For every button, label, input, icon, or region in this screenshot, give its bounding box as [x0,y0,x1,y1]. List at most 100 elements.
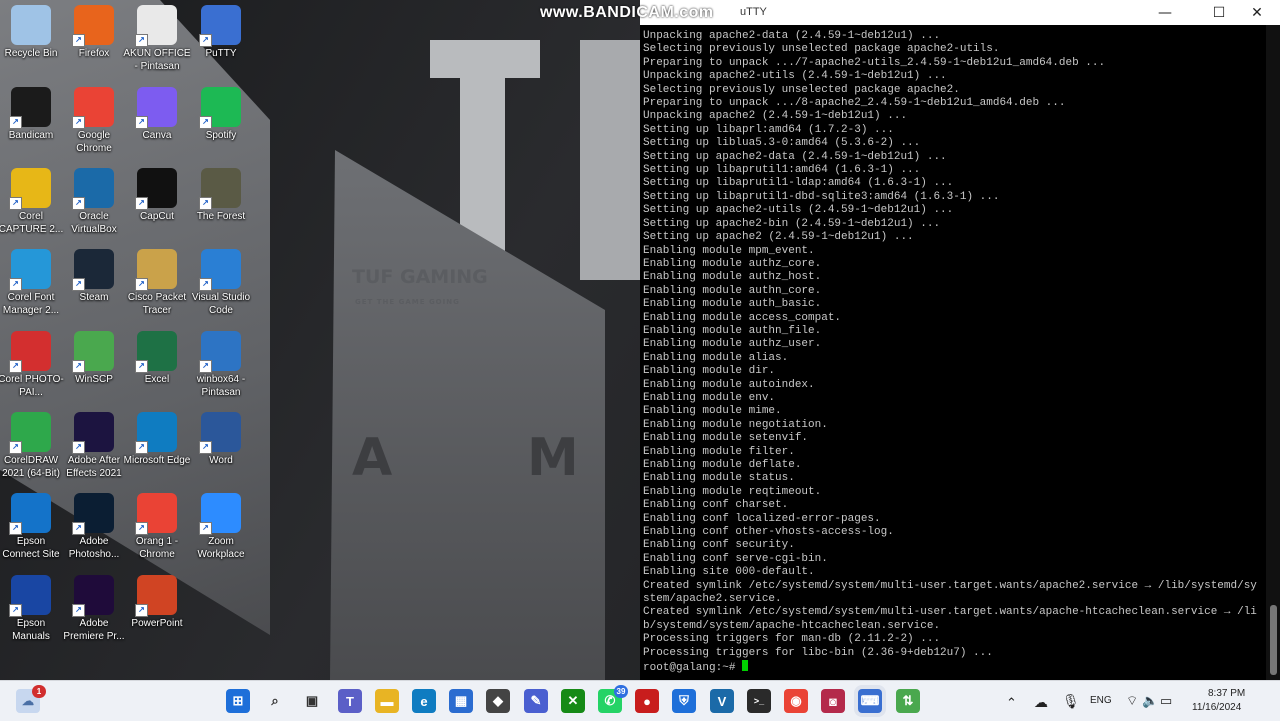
desktop-icon[interactable]: ↗ Spotify [187,87,255,143]
shortcut-arrow-icon: ↗ [72,360,85,373]
shortcut-arrow-icon: ↗ [135,522,148,535]
battery-icon[interactable]: ▭ [1160,693,1172,709]
recorder-watermark: www.BANDICAM.com [540,4,714,21]
terminal-scrollbar[interactable] [1266,25,1280,680]
putty-icon[interactable]: ⌨ [858,689,882,713]
unread-badge: 39 [614,685,628,698]
winscp-icon[interactable]: ⇅ [896,689,920,713]
putty-window[interactable]: uTTY — ☐ ✕ Unpacking apache2-data (2.4.5… [640,0,1280,680]
clock-date[interactable]: 11/16/2024 [1192,702,1241,713]
desktop-icon[interactable]: ↗ Epson Connect Site [0,493,65,561]
cube-icon[interactable]: ◆ [486,689,510,713]
shortcut-arrow-icon: ↗ [135,360,148,373]
desktop-icon[interactable]: ↗ Microsoft Edge [123,412,191,468]
chevron-up-icon[interactable]: ⌃ [1006,695,1017,711]
desktop-icon[interactable]: ↗ Google Chrome [60,87,128,155]
shortcut-arrow-icon: ↗ [9,360,22,373]
desktop-icon[interactable]: Recycle Bin [0,5,65,61]
desktop-icon-label: WinSCP [75,374,113,385]
volume-icon[interactable]: 🔈 [1142,693,1158,709]
terminal-line: Enabling conf localized-error-pages. [643,512,881,525]
desktop-icon[interactable]: ↗ Corel Font Manager 2... [0,249,65,317]
wallpaper-brand: TUF GAMING [352,266,488,288]
desktop-icon[interactable]: ↗ Visual Studio Code [187,249,255,317]
search-icon[interactable]: ⌕ [263,689,287,713]
desktop-icon[interactable]: ↗ Epson Manuals [0,575,65,643]
start-icon[interactable]: ⊞ [226,689,250,713]
desktop-icon[interactable]: ↗ Zoom Workplace [187,493,255,561]
terminal-line: Setting up libaprutil1-dbd-sqlite3:amd64… [643,190,1000,203]
widgets-icon[interactable]: ☁ 1 [16,685,46,713]
desktop-icon-label: CorelDRAW 2021 (64-Bit) [2,455,60,479]
the-forest-icon: ↗ [199,168,241,210]
task-view-icon[interactable]: ▣ [300,689,324,713]
terminal-line: Enabling module authn_core. [643,284,822,297]
bandicam-icon[interactable]: ● [635,689,659,713]
wifi-icon[interactable]: ⌔ [1126,693,1138,709]
store-icon[interactable]: ▦ [449,689,473,713]
edge-icon[interactable]: e [412,689,436,713]
putty-titlebar[interactable]: uTTY — ☐ ✕ [640,0,1280,25]
word-icon: ↗ [199,412,241,454]
desktop-icon[interactable]: ↗ Firefox [60,5,128,61]
cloud-icon[interactable]: ☁ [1034,694,1048,711]
terminal-line: Unpacking apache2-utils (2.4.59-1~deb12u… [643,70,947,83]
close-button[interactable]: ✕ [1234,0,1280,25]
desktop-icon[interactable]: ↗ Corel CAPTURE 2... [0,168,65,236]
editor-icon[interactable]: ✎ [524,689,548,713]
terminal-prompt-line[interactable]: root@galang:~# [643,660,1265,675]
wallpaper-letter-a: A [352,428,393,488]
chrome-icon[interactable]: ◉ [784,689,808,713]
virtualbox-icon[interactable]: V [710,689,734,713]
desktop-icon[interactable]: ↗ Adobe Premiere Pr... [60,575,128,643]
virtualbox-icon: ↗ [72,168,114,210]
desktop-icon[interactable]: ↗ Excel [123,331,191,387]
xbox-icon[interactable]: ✕ [561,689,585,713]
file-explorer-icon[interactable]: ▬ [375,689,399,713]
teams-icon[interactable]: T [338,689,362,713]
desktop-icon-label: Firefox [78,48,110,59]
desktop-icon[interactable]: ↗ PuTTY [187,5,255,61]
desktop-icon[interactable]: ↗ Orang 1 - Chrome [123,493,191,561]
language-indicator[interactable]: ENG [1090,695,1112,706]
spotify-icon: ↗ [199,87,241,129]
microphone-icon[interactable]: 🎙 [1062,693,1080,710]
corel-font-icon: ↗ [9,249,51,291]
corel-photo-icon: ↗ [9,331,51,373]
desktop-icon[interactable]: ↗ Adobe After Effects 2021 [60,412,128,480]
shortcut-arrow-icon: ↗ [9,278,22,291]
security-icon[interactable]: ⛨ [672,689,696,713]
desktop-icon-label: Oracle VirtualBox [71,211,117,235]
minimize-button[interactable]: — [1142,0,1188,25]
terminal-icon[interactable]: >_ [747,689,771,713]
desktop-icon[interactable]: ↗ PowerPoint [123,575,191,631]
desktop-icon-label: The Forest [196,211,246,222]
desktop-icon[interactable]: ↗ Steam [60,249,128,305]
desktop-icon-label: Adobe Photosho... [68,536,120,560]
desktop-icon[interactable]: ↗ CorelDRAW 2021 (64-Bit) [0,412,65,480]
desktop-icon[interactable]: ↗ Corel PHOTO-PAI... [0,331,65,399]
desktop-icon[interactable]: ↗ WinSCP [60,331,128,387]
capture-icon[interactable]: ◙ [821,689,845,713]
terminal-line: Enabling module authz_host. [643,271,822,284]
desktop-icon[interactable]: ↗ Canva [123,87,191,143]
shortcut-arrow-icon: ↗ [135,34,148,47]
desktop-icon[interactable]: ↗ Word [187,412,255,468]
terminal-output[interactable]: Unpacking apache2-data (2.4.59-1~deb12u1… [643,30,1265,680]
terminal-line: Enabling module auth_basic. [643,298,822,311]
wallpaper-letter-u [580,40,640,280]
desktop-icon[interactable]: ↗ AKUN OFFICE - Pintasan [123,5,191,73]
scrollbar-thumb[interactable] [1270,605,1277,675]
terminal-line: Enabling module authn_file. [643,324,822,337]
desktop-icon[interactable]: ↗ winbox64 - Pintasan [187,331,255,399]
desktop-icon[interactable]: ↗ CapCut [123,168,191,224]
desktop-icon[interactable]: ↗ Oracle VirtualBox [60,168,128,236]
desktop-icon[interactable]: ↗ The Forest [187,168,255,224]
window-title: uTTY [740,6,767,18]
desktop-icon[interactable]: ↗ Cisco Packet Tracer [123,249,191,317]
whatsapp-icon[interactable]: ✆ 39 [598,685,628,713]
bandicam-icon: ↗ [9,87,51,129]
desktop-icon[interactable]: ↗ Bandicam [0,87,65,143]
desktop-icon[interactable]: ↗ Adobe Photosho... [60,493,128,561]
clock-time[interactable]: 8:37 PM [1208,688,1245,699]
